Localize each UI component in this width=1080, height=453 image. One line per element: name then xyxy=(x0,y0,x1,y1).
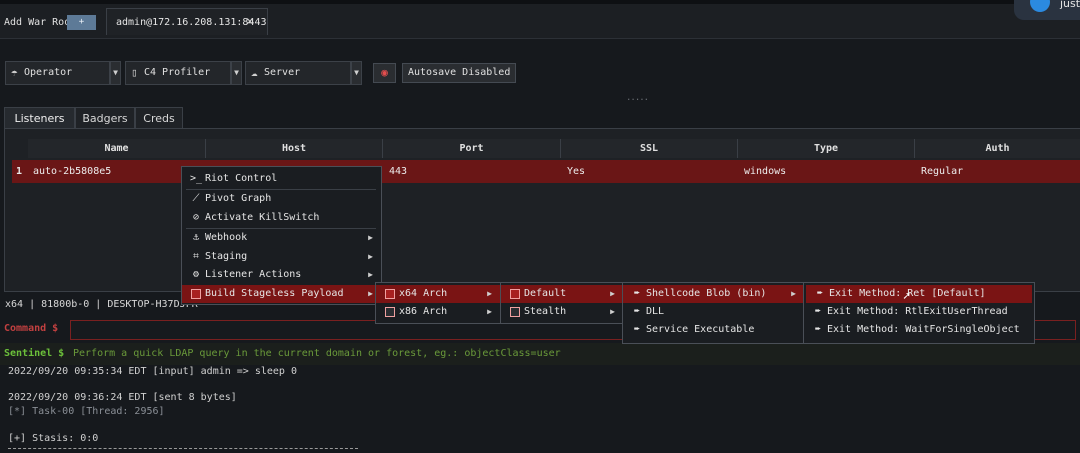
menu-item-webhook[interactable]: ⚓ Webhook ▶ xyxy=(182,229,381,247)
chevron-right-icon: ▶ xyxy=(487,307,492,316)
box-icon xyxy=(509,303,521,324)
log-line: [+] Stasis: 0:0 xyxy=(8,433,99,444)
row-number: 1 xyxy=(16,166,23,177)
menu-item-shellcode-blob[interactable]: ➨ Shellcode Blob (bin) ▶ xyxy=(623,285,804,303)
menu-item-default[interactable]: Default ▶ xyxy=(501,285,623,303)
notification-icon xyxy=(1030,0,1050,12)
menu-item-service-executable[interactable]: ➨ Service Executable xyxy=(623,321,804,339)
exit-method-submenu: ➨ Exit Method: Ret [Default] ➨ Exit Meth… xyxy=(803,282,1035,344)
cloud-icon: ☁ xyxy=(251,66,258,79)
menu-item-stealth[interactable]: Stealth ▶ xyxy=(501,303,623,321)
box-icon xyxy=(190,285,202,306)
eye-icon: ◉ xyxy=(381,66,388,79)
menu-item-x86-arch[interactable]: x86 Arch ▶ xyxy=(376,303,500,321)
arrow-right-icon: ➨ xyxy=(814,306,822,317)
visibility-toggle[interactable]: ◉ xyxy=(373,63,396,83)
gear-icon: ⚙ xyxy=(192,269,200,280)
sentinel-hint: Perform a quick LDAP query in the curren… xyxy=(73,348,561,359)
divider xyxy=(8,448,358,450)
arrow-right-icon: ➨ xyxy=(633,306,641,317)
arrow-right-icon: ➨ xyxy=(633,324,641,335)
terminal-icon: >_ xyxy=(190,173,203,184)
chevron-right-icon: ▶ xyxy=(368,252,373,261)
arch-submenu: x64 Arch ▶ x86 Arch ▶ xyxy=(375,282,501,324)
arrow-right-icon: ➨ xyxy=(814,324,822,335)
notification-toast[interactable]: just xyxy=(1014,0,1080,20)
cell-auth: Regular xyxy=(921,166,964,177)
server-select[interactable]: ☁ Server xyxy=(245,61,351,85)
column-header-port[interactable]: Port xyxy=(383,139,561,158)
log-line: 2022/09/20 09:36:24 EDT [sent 8 bytes] xyxy=(8,392,237,403)
mouse-cursor-icon: ➚ xyxy=(903,289,911,303)
cell-port: 443 xyxy=(389,166,408,177)
operator-dropdown-button[interactable]: ▼ xyxy=(110,61,121,85)
menu-item-x64-arch[interactable]: x64 Arch ▶ xyxy=(376,285,500,303)
tab-creds[interactable]: Creds xyxy=(135,107,183,130)
session-status: x64 | 81800b-0 | DESKTOP-H37DJFR xyxy=(5,299,198,310)
arrow-right-icon: ➨ xyxy=(633,288,641,299)
command-prompt-label: Command $ xyxy=(4,323,59,334)
autosave-button[interactable]: Autosave Disabled xyxy=(402,63,517,83)
notification-text: just xyxy=(1060,0,1080,10)
cell-type: windows xyxy=(744,166,787,177)
staging-icon: ⌗ xyxy=(193,251,199,262)
close-icon[interactable]: ✕ xyxy=(246,14,254,29)
format-submenu: ➨ Shellcode Blob (bin) ▶ ➨ DLL ➨ Service… xyxy=(622,282,805,344)
chevron-right-icon: ▶ xyxy=(368,233,373,242)
profiler-dropdown-button[interactable]: ▼ xyxy=(231,61,242,85)
tab-badgers[interactable]: Badgers xyxy=(75,107,135,130)
profiler-select[interactable]: ▯ C4 Profiler xyxy=(125,61,231,85)
menu-item-exit-ret[interactable]: ➨ Exit Method: Ret [Default] xyxy=(806,285,1032,303)
menu-item-build-stageless-payload[interactable]: Build Stageless Payload ▶ xyxy=(182,285,381,303)
operator-select[interactable]: ☂ Operator xyxy=(5,61,110,85)
tab-listeners[interactable]: Listeners xyxy=(4,107,75,130)
menu-item-riot-control[interactable]: >_ Riot Control xyxy=(182,170,381,188)
menu-item-listener-actions[interactable]: ⚙ Listener Actions ▶ xyxy=(182,266,381,284)
add-war-room-label: Add War Room xyxy=(4,17,77,28)
box-icon xyxy=(384,303,396,324)
cell-ssl: Yes xyxy=(567,166,586,177)
column-header-host[interactable]: Host xyxy=(206,139,383,158)
column-header-name[interactable]: Name xyxy=(28,139,206,158)
server-dropdown-button[interactable]: ▼ xyxy=(351,61,362,85)
graph-icon: ⟋ xyxy=(192,193,200,204)
add-war-room-button[interactable]: + xyxy=(67,15,96,30)
column-header-ssl[interactable]: SSL xyxy=(561,139,738,158)
session-tab-label: admin@172.16.208.131:8443 xyxy=(116,17,267,28)
chevron-right-icon: ▶ xyxy=(610,307,615,316)
menu-item-activate-killswitch[interactable]: ⊘ Activate KillSwitch xyxy=(182,209,381,227)
menu-item-staging[interactable]: ⌗ Staging ▶ xyxy=(182,248,381,266)
chevron-right-icon: ▶ xyxy=(487,289,492,298)
menu-item-exit-waitforsingleobject[interactable]: ➨ Exit Method: WaitForSingleObject xyxy=(804,321,1034,339)
umbrella-icon: ☂ xyxy=(11,66,18,79)
mode-submenu: Default ▶ Stealth ▶ xyxy=(500,282,624,324)
ban-icon: ⊘ xyxy=(192,212,200,223)
splitter-handle[interactable]: ..... xyxy=(626,93,649,103)
chevron-right-icon: ▶ xyxy=(610,289,615,298)
arrow-right-icon: ➨ xyxy=(816,288,824,299)
session-tab[interactable]: admin@172.16.208.131:8443 ✕ xyxy=(106,8,268,35)
column-header-auth[interactable]: Auth xyxy=(915,139,1080,158)
column-header-type[interactable]: Type xyxy=(738,139,915,158)
cell-name: auto-2b5808e5 xyxy=(33,166,112,177)
document-icon: ▯ xyxy=(131,66,138,79)
table-row[interactable]: auto-2b5808e5 443 Yes windows Regular xyxy=(12,160,1080,183)
chevron-right-icon: ▶ xyxy=(368,270,373,279)
log-line: 2022/09/20 09:35:34 EDT [input] admin =>… xyxy=(8,366,297,377)
menu-item-exit-rtlexituserthread[interactable]: ➨ Exit Method: RtlExitUserThread xyxy=(804,303,1034,321)
hook-icon: ⚓ xyxy=(192,232,200,243)
chevron-right-icon: ▶ xyxy=(791,289,796,298)
sentinel-prompt-label: Sentinel $ xyxy=(4,348,65,359)
log-line: [*] Task-00 [Thread: 2956] xyxy=(8,406,165,417)
menu-item-dll[interactable]: ➨ DLL xyxy=(623,303,804,321)
context-menu: >_ Riot Control ⟋ Pivot Graph ⊘ Activate… xyxy=(181,166,382,305)
menu-item-pivot-graph[interactable]: ⟋ Pivot Graph xyxy=(182,190,381,208)
chevron-right-icon: ▶ xyxy=(368,289,373,298)
